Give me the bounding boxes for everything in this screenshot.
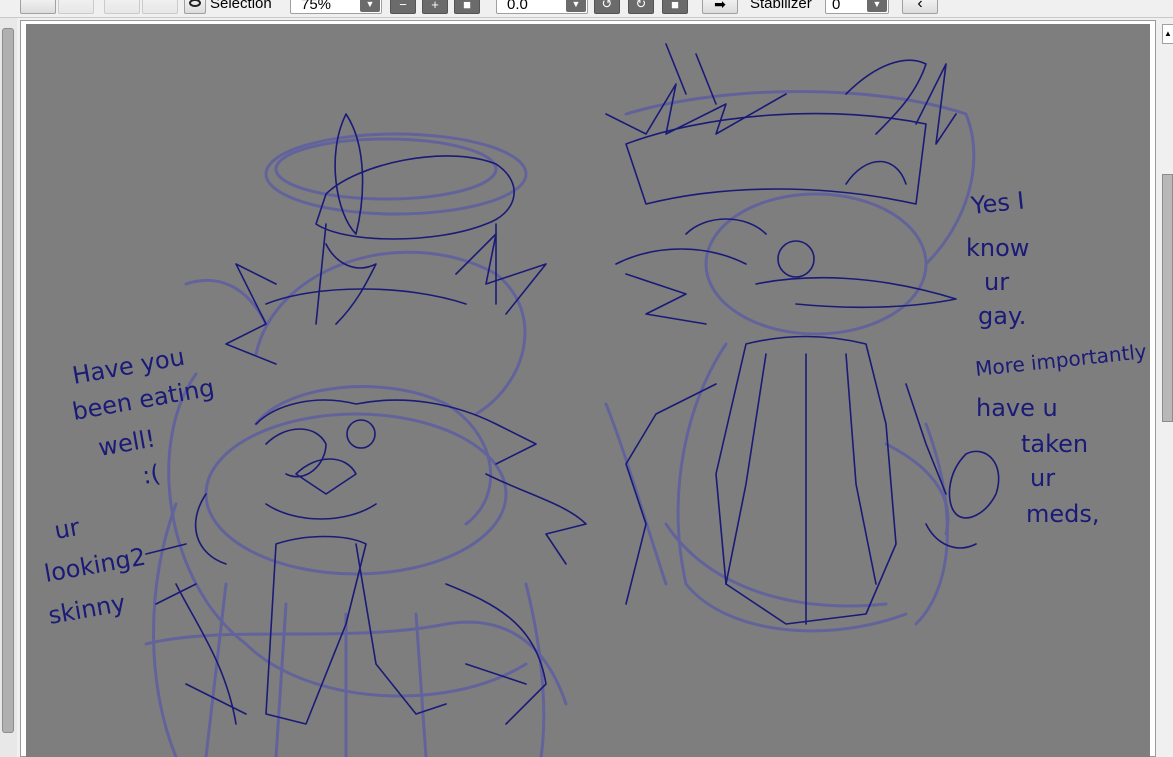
layer-properties-button[interactable] (20, 0, 56, 14)
scroll-up-icon[interactable]: ▲ (1162, 24, 1173, 44)
vertical-scrollbar[interactable]: ▲ (1158, 18, 1173, 757)
note-left-line-4: :( (140, 459, 162, 490)
note-right-line-4: gay. (978, 302, 1026, 330)
note-right-line-1: Yes I (969, 187, 1026, 221)
note-right-line-9: meds, (1026, 500, 1100, 528)
stabilizer-select[interactable]: 0 ▼ (825, 0, 889, 14)
stabilizer-value: 0 (832, 0, 841, 13)
drawing-canvas[interactable]: Have you been eating well! :( ur looking… (26, 24, 1150, 757)
note-right-line-5: More importantly (974, 339, 1148, 381)
zoom-reset-button[interactable]: ■ (454, 0, 480, 14)
rotation-value: 0.0 (507, 0, 528, 13)
note-right-line-6: have u (976, 394, 1058, 422)
sketch-artwork: Have you been eating well! :( ur looking… (42, 43, 1148, 757)
note-right-line-3: ur (984, 268, 1009, 296)
left-panel-scrollbar[interactable] (2, 28, 14, 733)
zoom-in-button[interactable]: + (422, 0, 448, 14)
note-right-line-8: ur (1030, 464, 1055, 492)
stabilizer-label: Stabilizer (750, 0, 812, 12)
note-left-line-3: well! (96, 424, 157, 462)
scrollbar-thumb[interactable] (1162, 174, 1173, 422)
selection-label: Selection (210, 0, 272, 12)
nav-back-button[interactable]: ‹ (902, 0, 938, 14)
handwriting-right: Yes I know ur gay. More importantly have… (966, 187, 1148, 528)
rotate-reset-button[interactable]: ■ (662, 0, 688, 14)
cut-button[interactable] (104, 0, 140, 14)
disabled-tool-button[interactable] (58, 0, 94, 14)
zoom-value: 75% (301, 0, 332, 13)
note-right-line-2: know (966, 234, 1029, 262)
top-toolbar: Selection 75% ▼ − + ■ 0.0 ▼ ↺ ↻ ■ ➡ Stab… (0, 0, 1173, 18)
note-left-line-7: skinny (46, 589, 127, 630)
paste-button[interactable] (142, 0, 178, 14)
left-panel (0, 18, 17, 757)
zoom-out-button[interactable]: − (390, 0, 416, 14)
ink-lines-layer (145, 43, 1000, 725)
rotation-select[interactable]: 0.0 ▼ (496, 0, 588, 14)
note-left-line-5: ur (52, 513, 82, 545)
eye-icon (189, 0, 201, 7)
selection-visibility-toggle[interactable] (184, 0, 206, 14)
chevron-down-icon[interactable]: ▼ (360, 0, 380, 12)
zoom-select[interactable]: 75% ▼ (290, 0, 382, 14)
note-left-line-6: looking2 (42, 543, 148, 588)
chevron-down-icon[interactable]: ▼ (566, 0, 586, 12)
chevron-down-icon[interactable]: ▼ (867, 0, 887, 12)
flip-horizontal-button[interactable]: ➡ (702, 0, 738, 14)
rotate-right-button[interactable]: ↻ (628, 0, 654, 14)
rotate-left-button[interactable]: ↺ (594, 0, 620, 14)
rough-sketch-layer (144, 90, 976, 757)
chevron-left-icon: ‹ (917, 0, 923, 12)
note-right-line-7: taken (1021, 430, 1088, 458)
